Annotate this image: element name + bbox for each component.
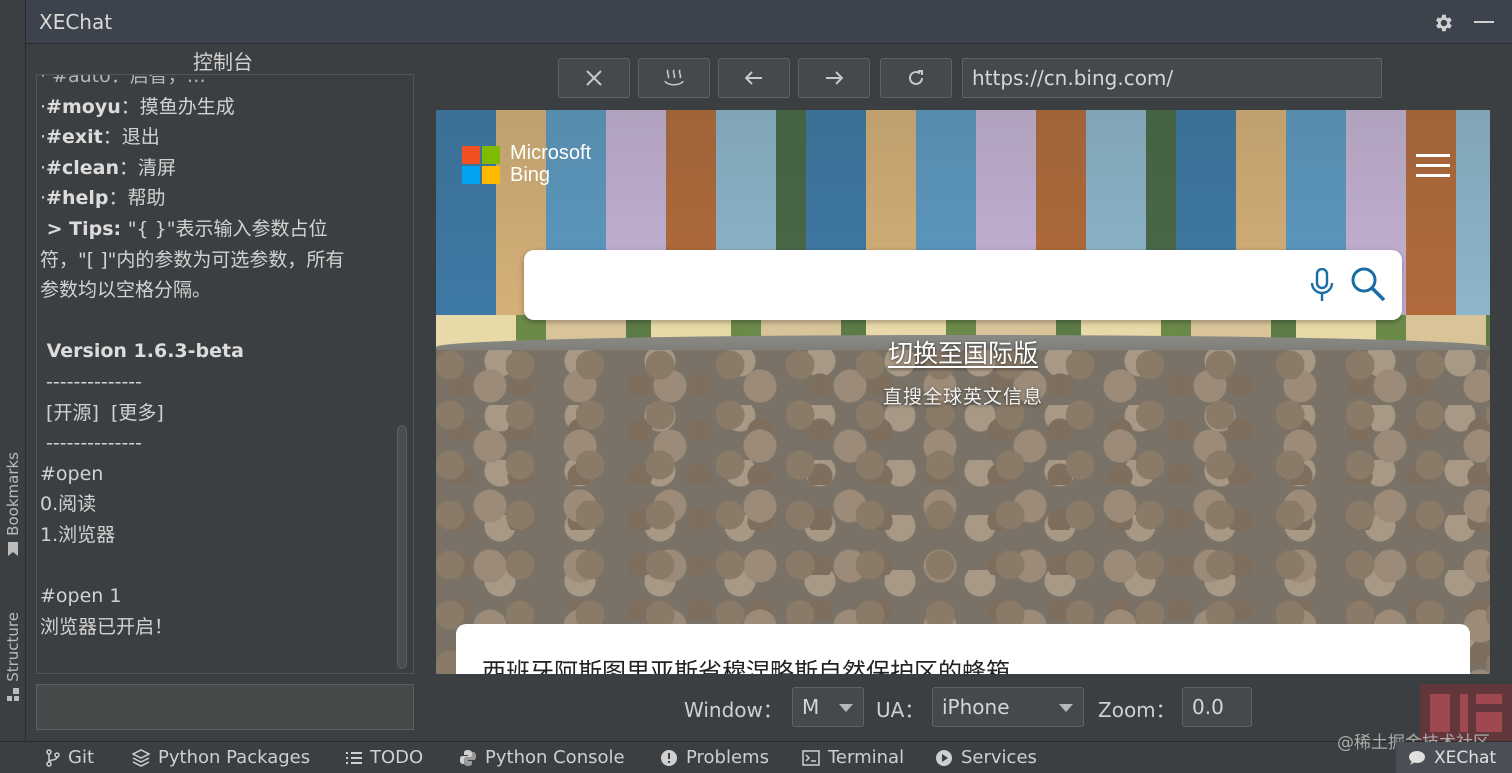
problems-tab[interactable]: Problems bbox=[660, 747, 769, 768]
layers-icon bbox=[132, 748, 150, 767]
python-packages-tab[interactable]: Python Packages bbox=[132, 747, 310, 768]
command-help-line: ·#clean：清屏 bbox=[40, 156, 176, 179]
git-tab[interactable]: Git bbox=[46, 747, 94, 768]
chevron-down-icon bbox=[839, 704, 853, 712]
logo-line-2: Bing bbox=[510, 164, 551, 186]
bottom-tool-bar: Git Python Packages TODO Python Console … bbox=[0, 733, 1512, 773]
structure-tab[interactable]: Structure bbox=[0, 612, 26, 702]
links-line: [开源] [更多] bbox=[40, 401, 164, 424]
ua-select[interactable]: iPhone bbox=[932, 687, 1084, 727]
close-icon bbox=[586, 70, 602, 86]
switch-international-link[interactable]: 切换至国际版 bbox=[436, 334, 1490, 370]
log-line: 浏览器已开启！ bbox=[40, 615, 174, 638]
arrow-right-icon bbox=[826, 71, 843, 85]
todo-tab[interactable]: TODO bbox=[346, 747, 423, 768]
console-text: · #auto：启智，… ·#moyu：摸鱼办生成 ·#exit：退出 ·#clea… bbox=[40, 74, 400, 642]
chevron-down-icon bbox=[1059, 704, 1073, 712]
browser-viewport[interactable]: Microsoft Bing 切换至国际版 直搜全球英文信息 西班牙阿斯图里亚斯… bbox=[436, 110, 1490, 674]
microsoft-logo-icon[interactable] bbox=[462, 146, 500, 184]
left-tool-strip: Bookmarks Structure bbox=[0, 0, 26, 741]
services-tab[interactable]: Services bbox=[935, 747, 1037, 768]
gear-icon[interactable] bbox=[1432, 12, 1454, 34]
divider-line: -------------- bbox=[40, 370, 143, 393]
console-scrollbar[interactable] bbox=[397, 425, 407, 669]
problems-tab-label: Problems bbox=[686, 747, 769, 768]
zoom-label: Zoom： bbox=[1098, 698, 1176, 722]
version-line: Version 1.6.3-beta bbox=[40, 340, 244, 363]
chat-bubble-icon bbox=[1409, 751, 1425, 765]
python-icon bbox=[460, 749, 476, 766]
window-size-value: M bbox=[802, 695, 820, 719]
microphone-icon[interactable] bbox=[1310, 268, 1334, 302]
git-tab-label: Git bbox=[68, 747, 95, 768]
python-console-tab-label: Python Console bbox=[485, 747, 625, 768]
log-line: 0.阅读 bbox=[40, 493, 97, 516]
bookmarks-tab-label: Bookmarks bbox=[4, 452, 22, 536]
hamburger-menu-icon[interactable] bbox=[1416, 154, 1450, 177]
terminal-tab-label: Terminal bbox=[828, 747, 905, 768]
logo-line-1: Microsoft bbox=[510, 142, 592, 164]
structure-tab-label: Structure bbox=[4, 612, 22, 682]
console-title: 控制台 bbox=[193, 50, 253, 74]
services-play-icon bbox=[936, 749, 952, 766]
boss-key-button[interactable] bbox=[638, 58, 710, 98]
log-line: #open 1 bbox=[40, 585, 122, 608]
command-help-line: ·#exit：退出 bbox=[40, 126, 160, 149]
window-title: XEChat bbox=[39, 10, 113, 34]
forward-button[interactable] bbox=[798, 58, 870, 98]
divider-line: -------------- bbox=[40, 432, 143, 455]
console-input[interactable] bbox=[36, 684, 414, 730]
services-tab-label: Services bbox=[961, 747, 1037, 768]
console-clipped-line: · #auto：启智，… bbox=[40, 74, 206, 87]
ua-label: UA： bbox=[876, 698, 925, 722]
command-help-line: ·#moyu：摸鱼办生成 bbox=[40, 95, 235, 118]
arrow-left-icon bbox=[745, 71, 762, 85]
bookmark-icon bbox=[8, 541, 18, 556]
git-branch-icon bbox=[46, 748, 60, 767]
ua-value: iPhone bbox=[942, 695, 1010, 719]
console-output[interactable]: · #auto：启智，… ·#moyu：摸鱼办生成 ·#exit：退出 ·#clea… bbox=[36, 74, 414, 674]
image-info-title: 西班牙阿斯图里亚斯省穆涅略斯自然保护区的蜂箱 bbox=[482, 658, 1010, 674]
switch-international-subtitle: 直搜全球英文信息 bbox=[882, 386, 1043, 408]
log-line: #open bbox=[40, 462, 104, 485]
zoom-input[interactable]: 0.0 bbox=[1182, 687, 1252, 727]
hot-steam-icon bbox=[664, 69, 684, 86]
bing-logo-text[interactable]: Microsoft Bing bbox=[510, 142, 591, 186]
structure-icon bbox=[7, 687, 19, 701]
terminal-tab[interactable]: Terminal bbox=[802, 747, 904, 768]
xechat-tab-label: XEChat bbox=[1434, 748, 1497, 768]
todo-tab-label: TODO bbox=[370, 747, 424, 768]
tool-window-header: XEChat bbox=[26, 0, 1512, 44]
xechat-tab[interactable]: XEChat bbox=[1396, 742, 1512, 773]
tips-line: 参数均以空格分隔。 bbox=[40, 279, 212, 302]
python-packages-tab-label: Python Packages bbox=[158, 747, 311, 768]
bing-search-input[interactable] bbox=[524, 250, 1402, 320]
tips-line: > Tips: "{ }"表示输入参数占位 bbox=[40, 217, 328, 240]
command-help-line: ·#help：帮助 bbox=[40, 187, 166, 210]
window-size-select[interactable]: M bbox=[792, 687, 864, 727]
image-info-card[interactable]: 西班牙阿斯图里亚斯省穆涅略斯自然保护区的蜂箱 bbox=[456, 624, 1470, 674]
bookmarks-tab[interactable]: Bookmarks bbox=[0, 452, 26, 556]
list-icon bbox=[346, 751, 362, 764]
tips-line: 符，"[ ]"内的参数为可选参数，所有 bbox=[40, 248, 345, 271]
terminal-icon bbox=[802, 749, 820, 766]
url-input[interactable]: https://cn.bing.com/ bbox=[962, 58, 1382, 98]
back-button[interactable] bbox=[718, 58, 790, 98]
window-size-label: Window： bbox=[684, 698, 783, 722]
log-line: 1.浏览器 bbox=[40, 523, 116, 546]
refresh-icon bbox=[909, 70, 923, 85]
search-icon[interactable] bbox=[1350, 266, 1386, 302]
close-button[interactable] bbox=[558, 58, 630, 98]
warning-circle-icon bbox=[661, 749, 677, 766]
python-console-tab[interactable]: Python Console bbox=[459, 747, 625, 768]
refresh-button[interactable] bbox=[880, 58, 952, 98]
minimize-icon[interactable] bbox=[1474, 21, 1494, 23]
